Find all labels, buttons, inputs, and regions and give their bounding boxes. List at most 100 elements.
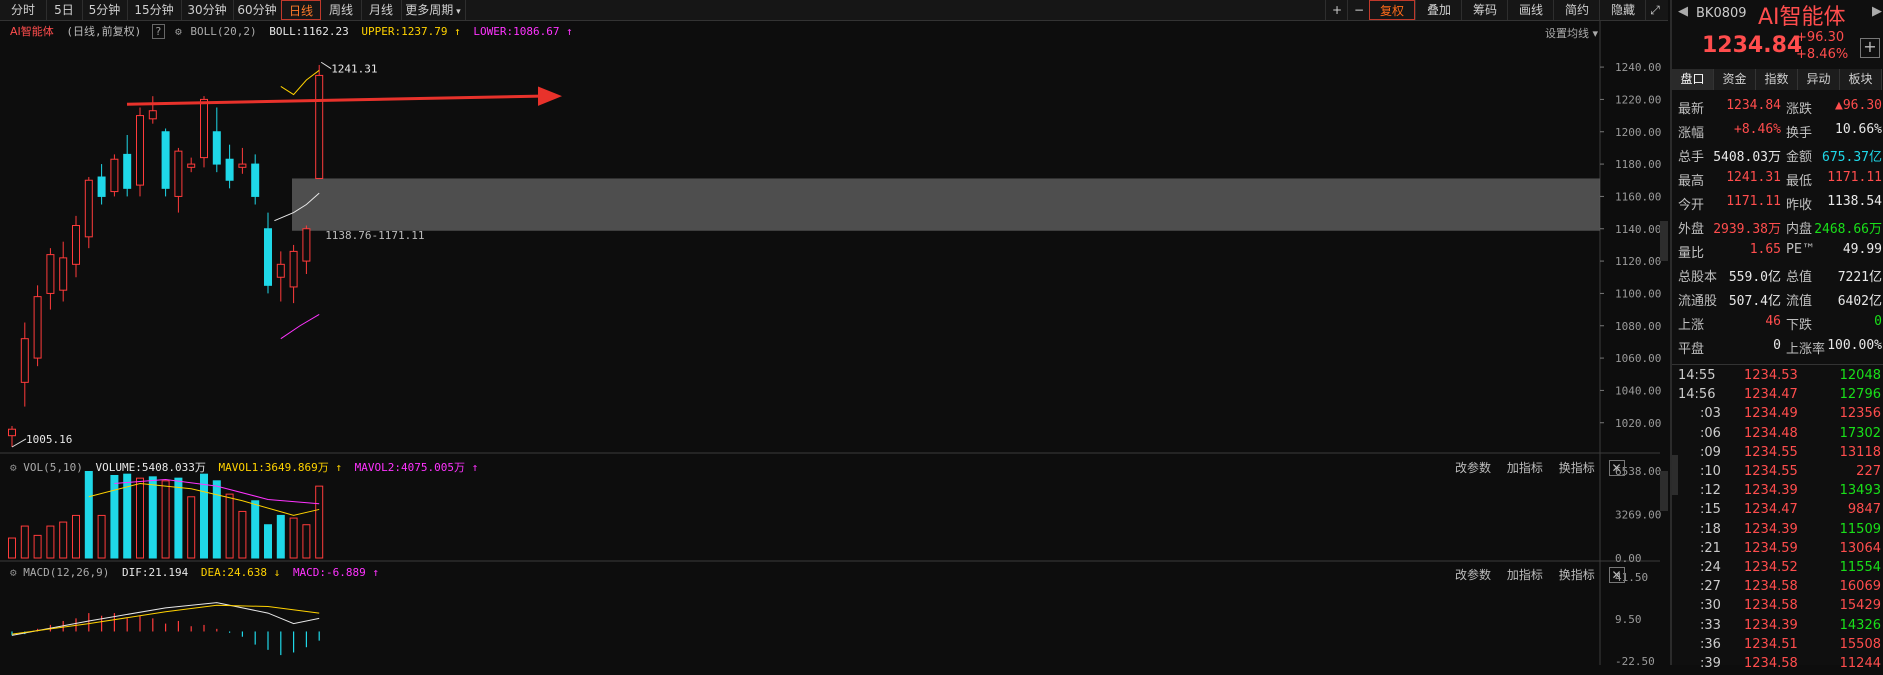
period-tab-3[interactable]: 15分钟 [127,0,182,20]
high-marker [320,61,332,70]
vol-toolbar: 改参数 加指标 换指标 ✕ [1455,459,1625,476]
toolbar-button-7[interactable]: 隐藏 [1599,0,1646,20]
volume-bar [315,485,324,559]
macd-switch-indicator-button[interactable]: 换指标 [1559,568,1595,582]
toolbar-button-6[interactable]: 简约 [1553,0,1600,20]
period-tab-8[interactable]: 月线 [361,0,402,20]
quote-panel: ◀ BK0809 AI智能体 ▶ 1234.84 +96.30 +8.46% +… [1670,0,1883,671]
tick-time: 14:55 [1678,368,1716,383]
candle-body [97,176,106,197]
candle-body [251,163,260,197]
stat-label: 最新 [1678,102,1705,117]
tick-price: 1234.39 [1744,521,1798,537]
vol-axis-label: 3269.00 [1615,509,1661,522]
stat-label: PE™ [1786,242,1816,257]
period-tab-7[interactable]: 周线 [321,0,362,20]
period-tab-5[interactable]: 60分钟 [233,0,282,20]
period-tab-2[interactable]: 5分钟 [82,0,128,20]
tick-volume: 12356 [1839,406,1881,422]
candle-body [289,250,298,288]
quote-tab-3[interactable]: 异动 [1798,69,1840,90]
price-axis-label: 1220.00 [1615,93,1661,106]
tick-time: :27 [1700,579,1721,595]
period-tab-1[interactable]: 5日 [46,0,83,20]
candle-body [276,263,285,278]
up-arrow-icon: ↑ [328,461,343,474]
candle-body [72,225,80,265]
tick-time: :30 [1700,598,1721,614]
next-arrow-icon[interactable]: ▶ [1872,4,1882,19]
tick-row: :30 1234.58 15429 [1672,598,1883,617]
macd-add-indicator-button[interactable]: 加指标 [1507,568,1543,582]
price-zone-box [292,178,1600,231]
volume-bar [276,514,285,559]
tick-row: :18 1234.39 11509 [1672,522,1883,541]
collapse-handle[interactable] [1660,221,1668,261]
prev-arrow-icon[interactable]: ◀ [1678,4,1688,19]
vol-title[interactable]: VOL(5,10) [23,461,83,474]
kline-chart-area[interactable]: 1240.00 1220.00 1200.00 1180.00 1160.00 1140.… [0,21,1668,668]
expand-icon[interactable]: ⤢ [1645,0,1664,20]
price-axis-label: 1080.00 [1615,320,1661,333]
stat-label: 上涨 [1678,318,1705,333]
period-tab-6[interactable]: 日线 [281,0,321,20]
up-arrow-icon: ↑ [465,461,479,474]
settings-icon[interactable]: ⚙ [175,25,182,38]
tick-time: :39 [1700,656,1721,671]
tick-volume: 9847 [1847,502,1881,518]
stat-label: 内盘 [1786,222,1813,237]
macd-change-params-button[interactable]: 改参数 [1455,568,1491,582]
toolbar-button-5[interactable]: 画线 [1507,0,1554,20]
volume-bar [33,534,42,559]
vol-add-indicator-button[interactable]: 加指标 [1507,461,1543,475]
add-watchlist-button[interactable]: + [1860,38,1880,58]
tick-row: :06 1234.48 17302 [1672,426,1883,445]
tick-time: :18 [1700,521,1721,537]
quote-tab-4[interactable]: 板块 [1840,69,1882,90]
period-tab-4[interactable]: 30分钟 [181,0,234,20]
tick-row: 14:55 1234.53 12048 [1672,368,1883,387]
candle-body [174,150,183,197]
toolbar-button-0[interactable]: + [1325,0,1348,20]
close-icon[interactable]: ✕ [1608,460,1625,476]
vol-change-params-button[interactable]: 改参数 [1455,461,1491,475]
volume-bar [289,517,298,559]
stat-value: 10.66% [1835,122,1882,137]
tick-price: 1234.58 [1744,656,1798,671]
volume-value: VOLUME:5408.033万 [95,461,206,474]
macd-header: ⚙ MACD(12,26,9) DIF:21.194 DEA:24.638 ↓ … [10,566,379,579]
volume-bar [238,510,247,559]
vol-switch-indicator-button[interactable]: 换指标 [1559,461,1595,475]
period-tab-9[interactable]: 更多周期 ▾ [401,0,466,20]
tick-row: :12 1234.39 13493 [1672,483,1883,502]
stat-value: 6402亿 [1837,294,1882,309]
quote-tab-0[interactable]: 盘口 [1672,69,1714,90]
quote-tab-1[interactable]: 资金 [1714,69,1756,90]
period-tab-0[interactable]: 分时 [0,0,47,20]
tick-price: 1234.55 [1744,464,1798,479]
tick-volume: 13493 [1839,483,1881,499]
close-icon[interactable]: ✕ [1608,567,1625,583]
collapse-handle[interactable] [1660,471,1668,511]
toolbar-button-1[interactable]: − [1347,0,1370,20]
boll-indicator[interactable]: BOLL(20,2) [190,25,256,38]
settings-icon[interactable]: ⚙ [10,461,17,474]
quote-tab-2[interactable]: 指数 [1756,69,1798,90]
settings-icon[interactable]: ⚙ [10,566,17,579]
toolbar-button-2[interactable]: 复权 [1369,0,1415,20]
tick-row: 14:56 1234.47 12796 [1672,387,1883,406]
stat-label: 平盘 [1678,342,1705,357]
candle-body [59,257,68,291]
tick-price: 1234.47 [1744,387,1798,403]
help-icon[interactable]: ? [151,24,165,39]
macd-value: MACD:-6.889 [292,566,366,579]
toolbar-button-4[interactable]: 筹码 [1461,0,1508,20]
toolbar-button-3[interactable]: 叠加 [1415,0,1462,20]
vol-header: ⚙ VOL(5,10) VOLUME:5408.033万 MAVOL1:3649… [10,459,478,475]
stat-label: 涨跌 [1786,102,1813,117]
set-ma-button[interactable]: 设置均线 ▾ [1545,25,1598,41]
macd-title[interactable]: MACD(12,26,9) [23,566,109,579]
tick-time: :12 [1700,483,1721,499]
tick-volume: 17302 [1839,425,1881,441]
stat-label: 金额 [1786,150,1813,165]
